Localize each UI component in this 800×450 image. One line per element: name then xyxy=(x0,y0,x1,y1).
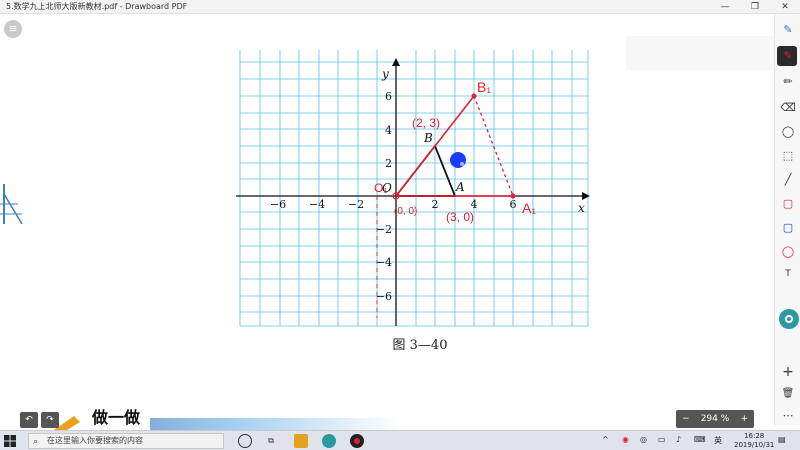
tray-chevron-icon[interactable]: ^ xyxy=(602,435,609,444)
delete-icon[interactable]: 🗑 xyxy=(775,384,800,404)
point-a1 xyxy=(510,193,516,199)
add-page-icon[interactable]: + xyxy=(775,362,800,382)
x-tick-label: −2 xyxy=(348,198,364,211)
grid-lines xyxy=(239,50,589,327)
triangle-oab xyxy=(395,144,456,197)
lasso-tool-icon[interactable]: ◯ xyxy=(775,122,800,142)
x-tick-label: −4 xyxy=(309,198,325,211)
system-clock[interactable]: 16:28 2019/10/31 xyxy=(734,432,774,450)
volume-icon[interactable]: ♪ xyxy=(676,435,681,444)
x-tick-label: 2 xyxy=(432,198,439,211)
window-title: 5.数学九上北师大版新教材.pdf - Drawboard PDF xyxy=(6,2,188,11)
faded-overlay xyxy=(626,36,774,70)
right-toolbar: ✎ ✎ ✏ ⌫ ◯ ⬚ ╱ ▢ ▢ ◯ T + 🗑 ⋯ xyxy=(774,14,800,426)
taskbar: ⌕ 在这里输入你要搜索的内容 ⧉ ^ ◉ ◎ ▭ ♪ ⌨ 英 16:28 201… xyxy=(0,430,800,450)
zoom-out-button[interactable]: − xyxy=(682,414,690,424)
handwritten-o-coords: (0, 0) xyxy=(394,206,417,217)
x-axis-label: x xyxy=(578,201,585,215)
minimize-button[interactable]: — xyxy=(710,0,740,14)
task-view-icon[interactable]: ⧉ xyxy=(264,434,278,448)
point-a-label: A xyxy=(455,180,465,194)
clock-time: 16:28 xyxy=(744,432,765,440)
text-tool-icon[interactable]: T xyxy=(775,264,800,284)
point-b-label: B xyxy=(423,131,433,145)
y-tick-label: −2 xyxy=(376,223,392,236)
clock-date: 2019/10/31 xyxy=(734,441,775,449)
recorder-app-icon[interactable] xyxy=(350,434,364,448)
pencil-tool-icon[interactable]: ✏ xyxy=(775,72,800,92)
circle-tool-icon[interactable]: ◯ xyxy=(775,242,800,262)
more-options-icon[interactable]: ⋯ xyxy=(775,406,800,426)
document-canvas[interactable]: ≡ x y O −6 −4 −2 2 4 6 6 4 2 −2 −4 −6 B … xyxy=(0,14,800,438)
window-controls: — ❐ ✕ xyxy=(710,0,800,14)
hamburger-menu-icon[interactable]: ≡ xyxy=(4,20,22,38)
input-method-icon[interactable]: ⌨ xyxy=(694,435,706,444)
figure-caption: 图 3—40 xyxy=(392,338,448,353)
line-tool-icon[interactable]: ╱ xyxy=(775,170,800,190)
title-bar: 5.数学九上北师大版新教材.pdf - Drawboard PDF — ❐ ✕ xyxy=(0,0,800,14)
x-axis-arrow-icon xyxy=(582,192,590,200)
blue-shape-tool-icon[interactable]: ▢ xyxy=(775,218,800,238)
y-tick-label: −4 xyxy=(376,256,392,269)
tray-app-icon[interactable]: ◎ xyxy=(640,435,647,444)
section-title: 做一做 xyxy=(92,408,141,427)
y-tick-label: −6 xyxy=(376,290,392,303)
handwritten-b-coords: (2, 3) xyxy=(412,116,440,130)
pen-cursor-icon xyxy=(450,152,466,168)
language-indicator[interactable]: 英 xyxy=(714,435,722,446)
search-placeholder: 在这里输入你要搜索的内容 xyxy=(47,436,143,445)
cortana-icon[interactable] xyxy=(238,434,252,448)
zoom-in-button[interactable]: + xyxy=(740,414,748,424)
select-tool-icon[interactable]: ⬚ xyxy=(775,146,800,166)
label-a1: A₁ xyxy=(522,200,536,216)
zoom-control: − 294 % + xyxy=(676,410,754,428)
x-tick-label: 6 xyxy=(510,198,517,211)
zoom-level: 294 % xyxy=(700,414,730,424)
restore-button[interactable]: ❐ xyxy=(740,0,770,14)
redo-button[interactable]: ↷ xyxy=(41,412,59,428)
point-b1 xyxy=(471,93,477,99)
y-tick-label: 6 xyxy=(385,90,392,103)
pen-tool-icon[interactable]: ✎ xyxy=(775,20,800,40)
coordinate-figure: x y O −6 −4 −2 2 4 6 6 4 2 −2 −4 −6 B A xyxy=(236,50,590,327)
notifications-icon[interactable]: ▤ xyxy=(778,435,786,444)
label-b1: B₁ xyxy=(477,79,491,95)
ruler-toggle-icon[interactable] xyxy=(779,309,799,329)
x-tick-label: −6 xyxy=(270,198,286,211)
handwritten-a-coords: (3, 0) xyxy=(446,210,474,224)
red-pen-tool-icon[interactable]: ✎ xyxy=(775,46,800,66)
y-tick-label: 2 xyxy=(385,157,392,170)
y-axis-label: y xyxy=(381,67,389,81)
undo-button[interactable]: ↶ xyxy=(20,412,38,428)
network-icon[interactable]: ▭ xyxy=(658,435,666,444)
undo-redo-group: ↶ ↷ xyxy=(20,412,59,428)
compass-illustration xyxy=(0,184,23,225)
tray-record-icon[interactable]: ◉ xyxy=(622,435,629,444)
close-button[interactable]: ✕ xyxy=(770,0,800,14)
label-o1: O₁ xyxy=(374,181,387,195)
y-tick-label: 4 xyxy=(385,124,392,137)
eraser-tool-icon[interactable]: ⌫ xyxy=(775,98,800,118)
file-explorer-icon[interactable] xyxy=(294,434,308,448)
windows-start-icon[interactable] xyxy=(4,435,16,447)
drawboard-app-icon[interactable] xyxy=(322,434,336,448)
search-icon: ⌕ xyxy=(33,437,39,447)
shape-tool-icon[interactable]: ▢ xyxy=(775,194,800,214)
taskbar-search-box[interactable]: ⌕ 在这里输入你要搜索的内容 xyxy=(28,433,224,449)
